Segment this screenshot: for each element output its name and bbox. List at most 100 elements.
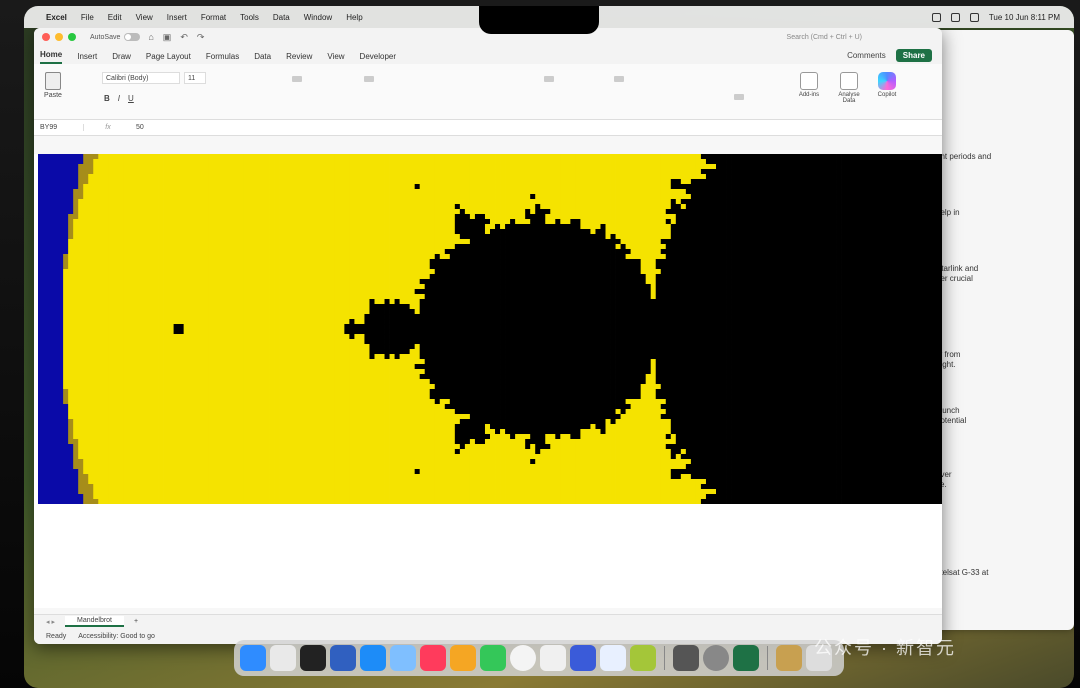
background-document-window[interactable]: ght periods and help in Starlink and her…: [924, 30, 1074, 630]
mandel-cell: [143, 289, 149, 295]
menu-format[interactable]: Format: [201, 13, 226, 22]
menu-file[interactable]: File: [81, 13, 94, 22]
zoom-window-button[interactable]: [68, 33, 76, 41]
autosave-toggle[interactable]: [124, 33, 141, 41]
mandel-cell: [274, 204, 280, 210]
comments-button[interactable]: Comments: [847, 51, 886, 60]
mandel-cell: [464, 219, 471, 225]
mandel-cell: [444, 174, 451, 180]
mandel-cell: [665, 284, 672, 290]
mandel-cell: [766, 164, 772, 170]
spreadsheet-grid[interactable]: [34, 154, 942, 608]
bold-button[interactable]: B: [104, 94, 110, 103]
menu-data[interactable]: Data: [273, 13, 290, 22]
cells-icon[interactable]: [734, 94, 744, 100]
number-format-icon[interactable]: [544, 76, 554, 82]
menu-insert[interactable]: Insert: [167, 13, 187, 22]
mandel-cell: [349, 244, 355, 250]
home-icon[interactable]: ⌂: [148, 32, 153, 42]
tab-developer[interactable]: Developer: [360, 52, 396, 64]
mandel-cell: [560, 174, 566, 180]
tab-draw[interactable]: Draw: [112, 52, 131, 64]
close-window-button[interactable]: [42, 33, 50, 41]
mandel-cell: [896, 214, 903, 220]
copilot-icon: [878, 72, 896, 90]
add-ins-button[interactable]: Add-ins: [792, 72, 826, 98]
mandel-cell: [354, 274, 360, 280]
copilot-button[interactable]: Copilot: [870, 72, 904, 98]
undo-icon[interactable]: ↶: [180, 32, 188, 43]
tab-page-layout[interactable]: Page Layout: [146, 52, 191, 64]
control-center-icon[interactable]: [969, 12, 979, 22]
mandel-cell: [811, 214, 817, 220]
mandel-cell: [193, 254, 200, 260]
mandel-cell: [88, 154, 94, 160]
mandel-cell: [374, 199, 380, 205]
align-icon[interactable]: [292, 76, 302, 82]
tab-formulas[interactable]: Formulas: [206, 52, 239, 64]
mandel-cell: [926, 249, 933, 255]
mandel-cell: [128, 274, 134, 280]
mandel-cell: [731, 284, 737, 290]
mandel-cell: [766, 214, 772, 220]
italic-button[interactable]: I: [118, 94, 120, 103]
mandel-cell: [274, 159, 280, 165]
minimize-window-button[interactable]: [55, 33, 63, 41]
menubar-datetime[interactable]: Tue 10 Jun 8:11 PM: [989, 13, 1060, 22]
tab-home[interactable]: Home: [40, 50, 63, 64]
mandel-cell: [700, 204, 707, 210]
mandel-cell: [459, 164, 466, 170]
excel-window[interactable]: AutoSave ⌂ ▣ ↶ ↷ Search (Cmd + Ctrl + U)…: [34, 28, 942, 644]
mandel-cell: [484, 174, 491, 180]
mandel-cell: [128, 199, 134, 205]
tab-view[interactable]: View: [327, 52, 344, 64]
mandel-cell: [474, 184, 481, 190]
conditional-format-icon[interactable]: [614, 76, 624, 82]
font-name-select[interactable]: Calibri (Body): [102, 72, 180, 84]
menu-window[interactable]: Window: [304, 13, 332, 22]
mandel-cell: [645, 194, 652, 200]
tab-data[interactable]: Data: [254, 52, 271, 64]
name-box[interactable]: BY99: [34, 124, 84, 131]
share-button[interactable]: Share: [895, 49, 932, 62]
mandel-cell: [791, 194, 797, 200]
paste-button[interactable]: Paste: [42, 72, 64, 99]
save-icon[interactable]: ▣: [163, 32, 172, 43]
mandel-cell: [264, 259, 270, 265]
formula-input[interactable]: 50: [132, 124, 144, 131]
menu-app-name[interactable]: Excel: [46, 13, 67, 22]
underline-button[interactable]: U: [128, 94, 134, 103]
mandel-cell: [203, 184, 210, 190]
mandel-cell: [63, 174, 69, 180]
menu-edit[interactable]: Edit: [108, 13, 122, 22]
menu-help[interactable]: Help: [346, 13, 362, 22]
redo-icon[interactable]: ↷: [197, 32, 205, 43]
mandel-cell: [449, 229, 456, 235]
mandel-cell: [389, 214, 395, 220]
mandel-cell: [339, 164, 345, 170]
mandel-cell: [736, 194, 742, 200]
wifi-icon[interactable]: [950, 12, 960, 22]
battery-icon[interactable]: [931, 12, 941, 22]
mandel-cell: [776, 229, 782, 235]
mandel-cell: [665, 234, 672, 240]
analyse-data-button[interactable]: Analyse Data: [832, 72, 866, 104]
mandel-cell: [505, 194, 511, 200]
mandel-cell: [88, 254, 94, 260]
tab-review[interactable]: Review: [286, 52, 312, 64]
menu-tools[interactable]: Tools: [240, 13, 259, 22]
mandel-cell: [836, 284, 842, 290]
search-input[interactable]: Search (Cmd + Ctrl + U): [787, 34, 862, 41]
tab-insert[interactable]: Insert: [77, 52, 97, 64]
mandel-cell: [218, 214, 225, 220]
mandel-cell: [570, 244, 576, 250]
menu-view[interactable]: View: [136, 13, 153, 22]
mandel-cell: [530, 184, 536, 190]
mandel-cell: [198, 239, 205, 245]
font-size-select[interactable]: 11: [184, 72, 206, 84]
mandel-cell: [520, 284, 526, 290]
wrap-icon[interactable]: [364, 76, 374, 82]
mandel-cell: [439, 224, 446, 230]
mandel-cell: [766, 259, 772, 265]
fx-icon[interactable]: fx: [84, 124, 132, 131]
